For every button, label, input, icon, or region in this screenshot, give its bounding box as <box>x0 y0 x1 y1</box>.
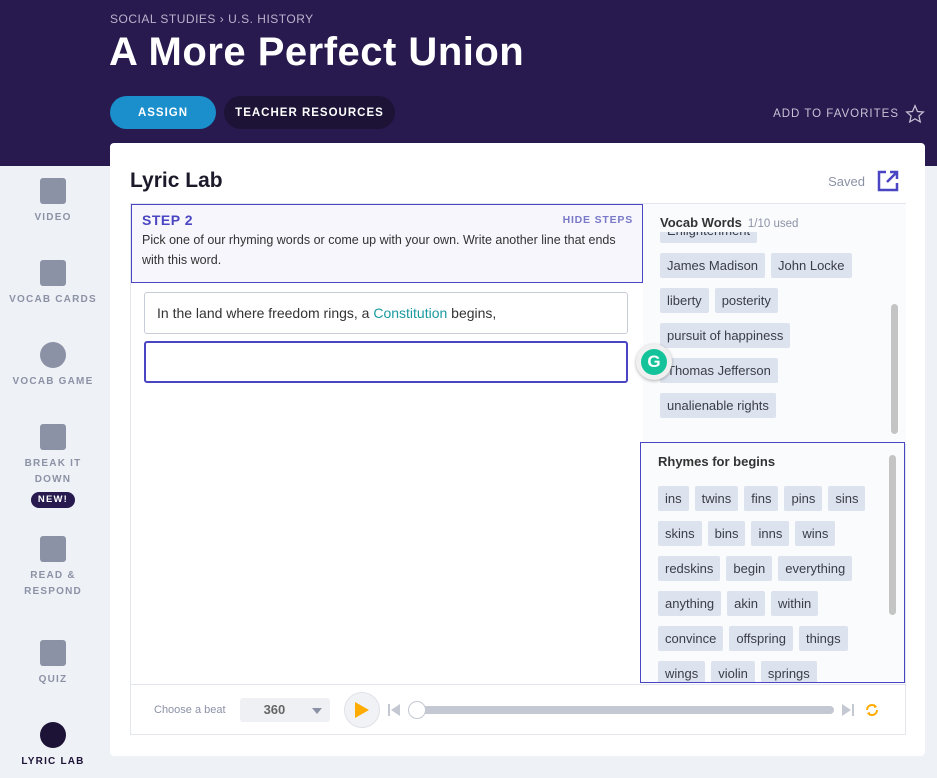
break-it-down-icon <box>40 424 66 450</box>
word-chip[interactable]: John Locke <box>771 253 852 278</box>
skip-back-icon[interactable] <box>387 703 400 716</box>
skip-forward-icon[interactable] <box>841 703 854 716</box>
word-chip[interactable]: anything <box>658 591 722 616</box>
beat-select[interactable]: 360 <box>239 697 330 722</box>
star-icon <box>905 104 925 124</box>
progress-knob[interactable] <box>407 700 426 719</box>
word-chip[interactable]: James Madison <box>660 253 766 278</box>
new-badge: NEW! <box>30 492 76 508</box>
word-chip[interactable]: bins <box>707 521 746 546</box>
favorites-label: ADD TO FAVORITES <box>773 108 899 120</box>
lyric-lab-icon <box>40 722 66 748</box>
grammarly-icon: G <box>641 349 667 375</box>
word-chip[interactable]: skins <box>658 521 702 546</box>
teacher-resources-button[interactable]: TEACHER RESOURCES <box>224 96 395 129</box>
sidebar-item-label: VOCAB GAME <box>12 376 94 387</box>
assign-button[interactable]: ASSIGN <box>110 96 216 129</box>
sidebar-item-label: VOCAB CARDS <box>9 294 97 305</box>
breadcrumb: SOCIAL STUDIES › U.S. HISTORY <box>110 12 314 26</box>
play-icon <box>354 701 369 718</box>
lyric-text: In the land where freedom rings, a <box>157 305 374 321</box>
word-chip[interactable]: Enlightenment <box>660 232 758 243</box>
scrollbar[interactable] <box>891 304 898 434</box>
word-chip[interactable]: twins <box>694 486 739 511</box>
word-chip[interactable]: wins <box>795 521 836 546</box>
sidebar-item-vocab-cards[interactable]: VOCAB CARDS <box>0 260 106 308</box>
word-chip[interactable]: pursuit of happiness <box>660 323 791 348</box>
rhymes-word: begins <box>733 454 776 469</box>
sidebar-item-read-respond[interactable]: READ & RESPOND <box>0 536 106 600</box>
word-chip[interactable]: akin <box>727 591 766 616</box>
rhymes-label: Rhymes for <box>658 454 730 469</box>
hide-steps-button[interactable]: HIDE STEPS <box>563 214 633 226</box>
rhymes-panel: Rhymes for begins ins twins fins pins sins sk… <box>640 442 905 683</box>
lightning-icon <box>40 342 66 368</box>
lyric-text: begins, <box>447 305 497 321</box>
word-chip[interactable]: sins <box>828 486 866 511</box>
lyric-line-1[interactable]: In the land where freedom rings, a Const… <box>144 292 628 334</box>
word-chip[interactable]: Thomas Jefferson <box>660 358 778 383</box>
word-chip[interactable]: redskins <box>658 556 721 581</box>
progress-slider[interactable] <box>407 700 834 719</box>
word-chip[interactable]: offspring <box>729 626 793 651</box>
word-chip[interactable]: unalienable rights <box>660 393 776 418</box>
breadcrumb-topic[interactable]: U.S. HISTORY <box>228 12 314 26</box>
page-title: A More Perfect Union <box>109 30 525 74</box>
sidebar-item-label: READ & RESPOND <box>24 570 82 597</box>
breadcrumb-separator: › <box>219 12 225 26</box>
scrollbar[interactable] <box>889 455 896 615</box>
open-external-icon[interactable] <box>877 170 899 192</box>
vocab-word-highlight: Constitution <box>373 305 448 321</box>
vocab-used-count: 1/10 used <box>747 218 799 230</box>
step-instructions: STEP 2 HIDE STEPS Pick one of our rhymin… <box>131 204 643 283</box>
sidebar-item-video[interactable]: VIDEO <box>0 178 106 226</box>
vocab-title: Vocab Words <box>660 215 742 230</box>
sidebar-item-label: LYRIC LAB <box>21 756 85 767</box>
word-chip[interactable]: violin <box>711 661 755 682</box>
lyric-lab-title: Lyric Lab <box>130 169 223 192</box>
sidebar-item-quiz[interactable]: QUIZ <box>0 640 106 688</box>
add-to-favorites-button[interactable]: ADD TO FAVORITES <box>773 104 925 124</box>
sidebar-item-label: VIDEO <box>34 212 72 223</box>
word-chip[interactable]: fins <box>744 486 779 511</box>
word-chip[interactable]: posterity <box>714 288 778 313</box>
book-icon <box>40 536 66 562</box>
header: SOCIAL STUDIES › U.S. HISTORY A More Per… <box>0 0 937 166</box>
sidebar-item-label: BREAK IT DOWN <box>24 458 82 485</box>
breadcrumb-subject[interactable]: SOCIAL STUDIES <box>110 12 216 26</box>
video-icon <box>40 178 66 204</box>
step-text: Pick one of our rhyming words or come up… <box>142 233 616 267</box>
lyric-lab-card: Lyric Lab Saved STEP 2 HIDE STEPS Pick o… <box>110 143 925 756</box>
loop-icon[interactable] <box>864 701 880 719</box>
word-chip[interactable]: inns <box>751 521 790 546</box>
saved-status: Saved <box>828 173 865 189</box>
word-chip[interactable]: ins <box>658 486 689 511</box>
word-chip[interactable]: everything <box>778 556 853 581</box>
step-title: STEP 2 <box>142 212 193 228</box>
vocab-words-panel: Vocab Words 1/10 used Enlightenment James … <box>643 204 906 444</box>
word-chip[interactable]: liberty <box>660 288 709 313</box>
play-button[interactable] <box>343 691 380 728</box>
word-chip[interactable]: within <box>771 591 819 616</box>
sidebar-item-break-it-down[interactable]: BREAK IT DOWN NEW! <box>0 424 106 508</box>
quiz-icon <box>40 640 66 666</box>
word-chip[interactable]: things <box>798 626 848 651</box>
lyric-line-2-input[interactable] <box>144 341 628 383</box>
beat-player: Choose a beat 360 <box>131 684 905 734</box>
word-chip[interactable]: springs <box>760 661 817 682</box>
word-chip[interactable]: begin <box>726 556 773 581</box>
sidebar-item-vocab-game[interactable]: VOCAB GAME <box>0 342 106 390</box>
choose-beat-label: Choose a beat <box>154 703 226 716</box>
sidebar-item-lyric-lab[interactable]: LYRIC LAB <box>0 722 106 770</box>
word-chip[interactable]: wings <box>658 661 706 682</box>
grammarly-button[interactable]: G <box>636 344 672 380</box>
sidebar-item-label: QUIZ <box>38 674 68 685</box>
vocab-cards-icon <box>40 260 66 286</box>
word-chip[interactable]: pins <box>784 486 823 511</box>
word-chip[interactable]: convince <box>658 626 724 651</box>
